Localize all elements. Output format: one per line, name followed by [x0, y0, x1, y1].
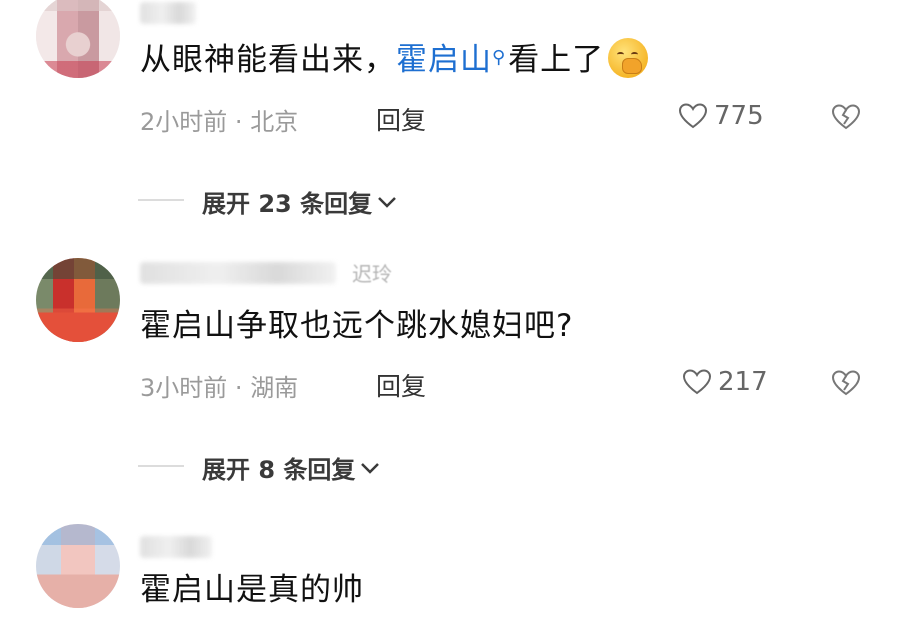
- chevron-down-icon: [361, 462, 380, 474]
- comment-meta: 2小时前 · 北京: [140, 108, 299, 136]
- like-button[interactable]: 217: [682, 367, 768, 397]
- username-blurred[interactable]: [140, 536, 212, 558]
- comment-text: 霍启山争取也远个跳水媳妇吧?: [140, 308, 574, 344]
- expand-replies-button[interactable]: 展开 8 条回复: [202, 450, 381, 485]
- username-blurred[interactable]: [140, 262, 336, 284]
- broken-heart-icon[interactable]: [830, 102, 862, 132]
- comment-meta: 3小时前 · 湖南: [140, 374, 299, 402]
- location: 北京: [250, 108, 299, 136]
- broken-heart-icon[interactable]: [830, 368, 862, 398]
- reply-button[interactable]: 回复: [376, 367, 426, 403]
- timestamp: 2小时前: [140, 108, 228, 136]
- location: 湖南: [250, 374, 299, 402]
- username-blurred[interactable]: [140, 2, 196, 24]
- avatar[interactable]: [36, 258, 120, 342]
- like-count: 775: [714, 101, 764, 131]
- heart-outline-icon: [678, 103, 708, 129]
- expand-replies-button[interactable]: 展开 23 条回复: [202, 184, 398, 219]
- avatar[interactable]: [36, 524, 120, 608]
- comment-text: 从眼神能看出来，霍启山⚲看上了: [140, 37, 649, 82]
- reply-button[interactable]: 回复: [376, 101, 426, 137]
- hand-over-mouth-emoji: [608, 37, 649, 78]
- search-icon: ⚲: [492, 47, 507, 68]
- timestamp: 3小时前: [140, 374, 228, 402]
- avatar[interactable]: [36, 0, 120, 78]
- like-button[interactable]: 775: [678, 101, 764, 131]
- like-count: 217: [718, 367, 768, 397]
- username[interactable]: 迟玲: [352, 258, 392, 287]
- divider: [138, 465, 184, 467]
- comment-text: 霍启山是真的帅: [140, 572, 364, 608]
- divider: [138, 199, 184, 201]
- heart-outline-icon: [682, 369, 712, 395]
- mention-link[interactable]: 霍启山: [396, 42, 492, 78]
- chevron-down-icon: [378, 196, 396, 208]
